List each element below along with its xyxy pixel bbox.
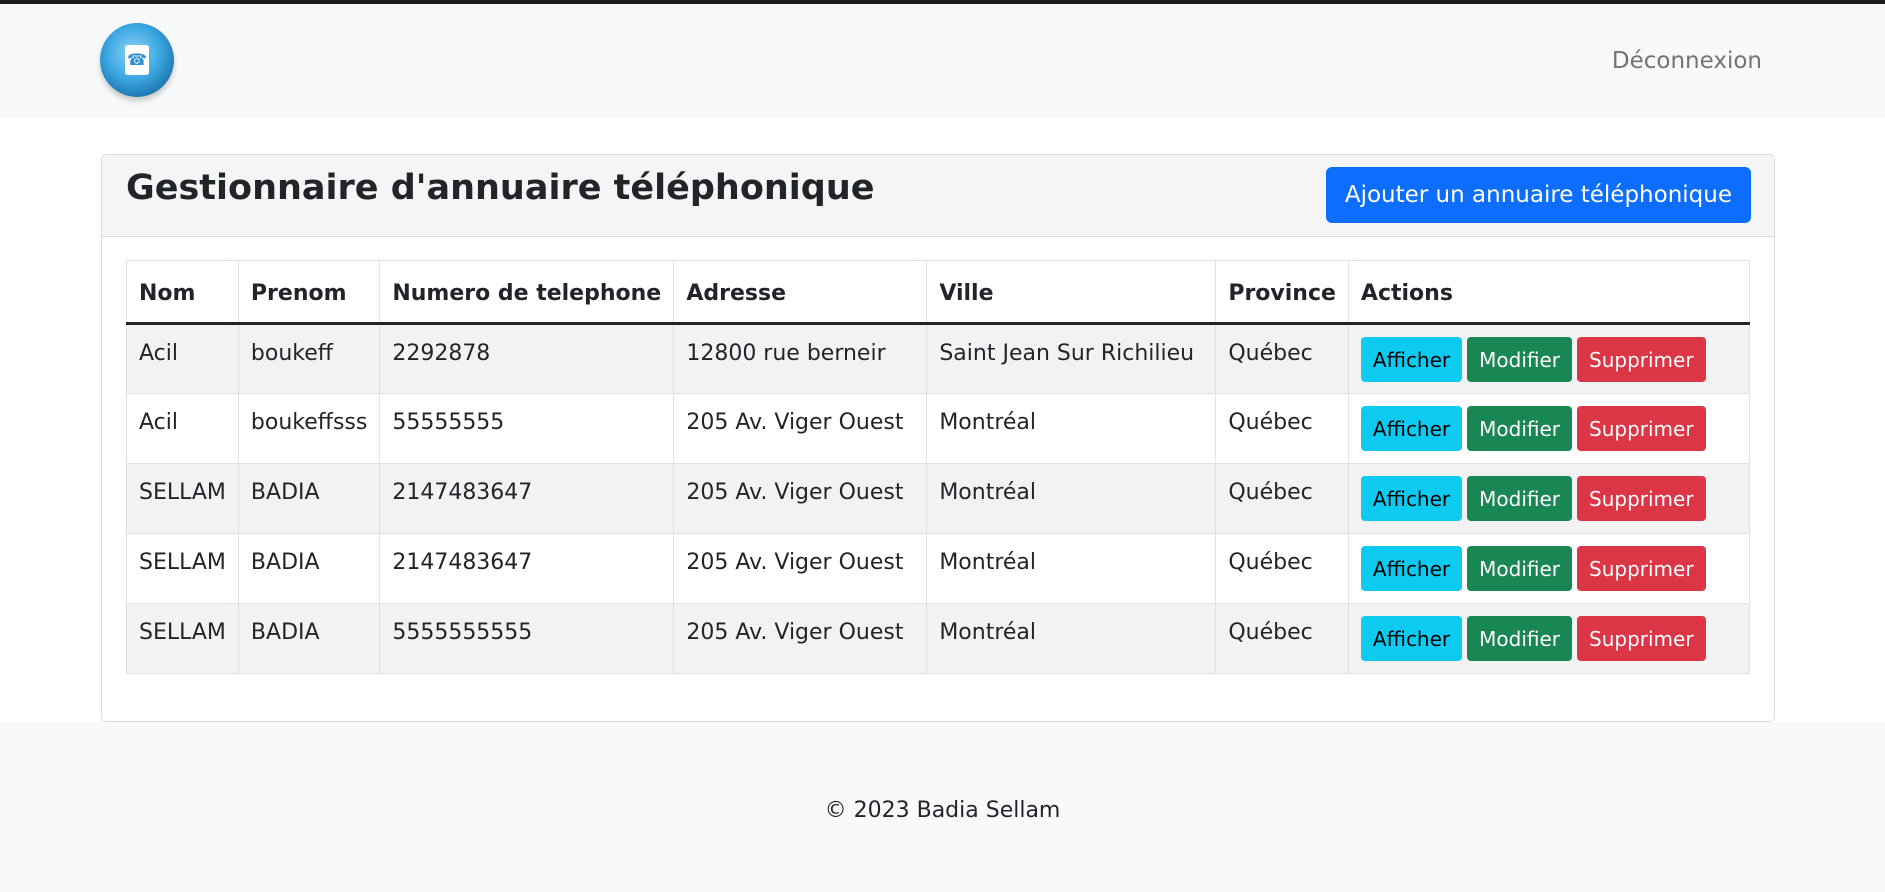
cell-ville: Saint Jean Sur Richilieu (926, 323, 1217, 394)
add-directory-button[interactable]: Ajouter un annuaire téléphonique (1325, 167, 1751, 223)
delete-button[interactable]: Supprimer (1577, 546, 1706, 591)
edit-button[interactable]: Modifier (1467, 406, 1573, 451)
show-button[interactable]: Afficher (1360, 337, 1463, 382)
edit-button[interactable]: Modifier (1467, 337, 1573, 382)
cell-province: Québec (1215, 533, 1349, 604)
cell-prenom: boukeffsss (237, 393, 381, 464)
table-row: Acil boukeffsss 55555555 205 Av. Viger O… (126, 393, 1751, 464)
cell-adresse: 205 Av. Viger Ouest (673, 533, 928, 604)
show-button[interactable]: Afficher (1360, 616, 1463, 661)
cell-nom: SELLAM (126, 603, 239, 674)
directory-card: Gestionnaire d'annuaire téléphonique Ajo… (101, 154, 1775, 722)
cell-prenom: boukeff (237, 323, 381, 394)
column-header-actions: Actions (1347, 260, 1751, 325)
navbar: ☎ Déconnexion (0, 4, 1885, 118)
footer: © 2023 Badia Sellam (0, 722, 1885, 892)
delete-button[interactable]: Supprimer (1577, 476, 1706, 521)
cell-telephone: 55555555 (379, 393, 675, 464)
cell-actions: Afficher Modifier Supprimer (1347, 393, 1751, 464)
edit-button[interactable]: Modifier (1467, 616, 1573, 661)
edit-button[interactable]: Modifier (1467, 546, 1573, 591)
phonebook-logo-icon[interactable]: ☎ (100, 23, 174, 97)
cell-adresse: 12800 rue berneir (673, 323, 928, 394)
cell-actions: Afficher Modifier Supprimer (1347, 463, 1751, 534)
footer-copyright: © 2023 Badia Sellam (824, 798, 1061, 823)
cell-telephone: 2147483647 (379, 463, 675, 534)
show-button[interactable]: Afficher (1360, 406, 1463, 451)
column-header-nom: Nom (126, 260, 239, 325)
cell-nom: Acil (126, 323, 239, 394)
cell-actions: Afficher Modifier Supprimer (1347, 533, 1751, 604)
main-content: Gestionnaire d'annuaire téléphonique Ajo… (0, 118, 1885, 722)
column-header-province: Province (1215, 260, 1349, 325)
cell-province: Québec (1215, 603, 1349, 674)
table-container: Nom Prenom Numero de telephone Adresse V… (126, 260, 1751, 674)
directory-table: Nom Prenom Numero de telephone Adresse V… (126, 260, 1751, 674)
column-header-telephone: Numero de telephone (379, 260, 675, 325)
cell-actions: Afficher Modifier Supprimer (1347, 323, 1751, 394)
table-row: SELLAM BADIA 5555555555 205 Av. Viger Ou… (126, 603, 1751, 674)
cell-province: Québec (1215, 393, 1349, 464)
cell-nom: SELLAM (126, 533, 239, 604)
show-button[interactable]: Afficher (1360, 476, 1463, 521)
page-title: Gestionnaire d'annuaire téléphonique (126, 168, 875, 208)
cell-nom: Acil (126, 393, 239, 464)
cell-province: Québec (1215, 463, 1349, 534)
cell-adresse: 205 Av. Viger Ouest (673, 603, 928, 674)
cell-telephone: 5555555555 (379, 603, 675, 674)
cell-province: Québec (1215, 323, 1349, 394)
cell-ville: Montréal (926, 393, 1217, 464)
table-row: SELLAM BADIA 2147483647 205 Av. Viger Ou… (126, 533, 1751, 604)
show-button[interactable]: Afficher (1360, 546, 1463, 591)
cell-ville: Montréal (926, 463, 1217, 534)
cell-ville: Montréal (926, 603, 1217, 674)
table-header-row: Nom Prenom Numero de telephone Adresse V… (126, 260, 1751, 325)
table-row: Acil boukeff 2292878 12800 rue berneir S… (126, 323, 1751, 394)
column-header-ville: Ville (926, 260, 1217, 325)
cell-telephone: 2292878 (379, 323, 675, 394)
delete-button[interactable]: Supprimer (1577, 337, 1706, 382)
delete-button[interactable]: Supprimer (1577, 616, 1706, 661)
column-header-adresse: Adresse (673, 260, 928, 325)
phone-icon: ☎ (125, 45, 149, 75)
column-header-prenom: Prenom (237, 260, 381, 325)
cell-nom: SELLAM (126, 463, 239, 534)
cell-telephone: 2147483647 (379, 533, 675, 604)
table-row: SELLAM BADIA 2147483647 205 Av. Viger Ou… (126, 463, 1751, 534)
card-header: Gestionnaire d'annuaire téléphonique Ajo… (102, 155, 1774, 237)
cell-adresse: 205 Av. Viger Ouest (673, 463, 928, 534)
logout-link[interactable]: Déconnexion (1612, 48, 1762, 74)
cell-prenom: BADIA (237, 533, 381, 604)
delete-button[interactable]: Supprimer (1577, 406, 1706, 451)
cell-prenom: BADIA (237, 603, 381, 674)
edit-button[interactable]: Modifier (1467, 476, 1573, 521)
cell-ville: Montréal (926, 533, 1217, 604)
cell-adresse: 205 Av. Viger Ouest (673, 393, 928, 464)
cell-actions: Afficher Modifier Supprimer (1347, 603, 1751, 674)
cell-prenom: BADIA (237, 463, 381, 534)
